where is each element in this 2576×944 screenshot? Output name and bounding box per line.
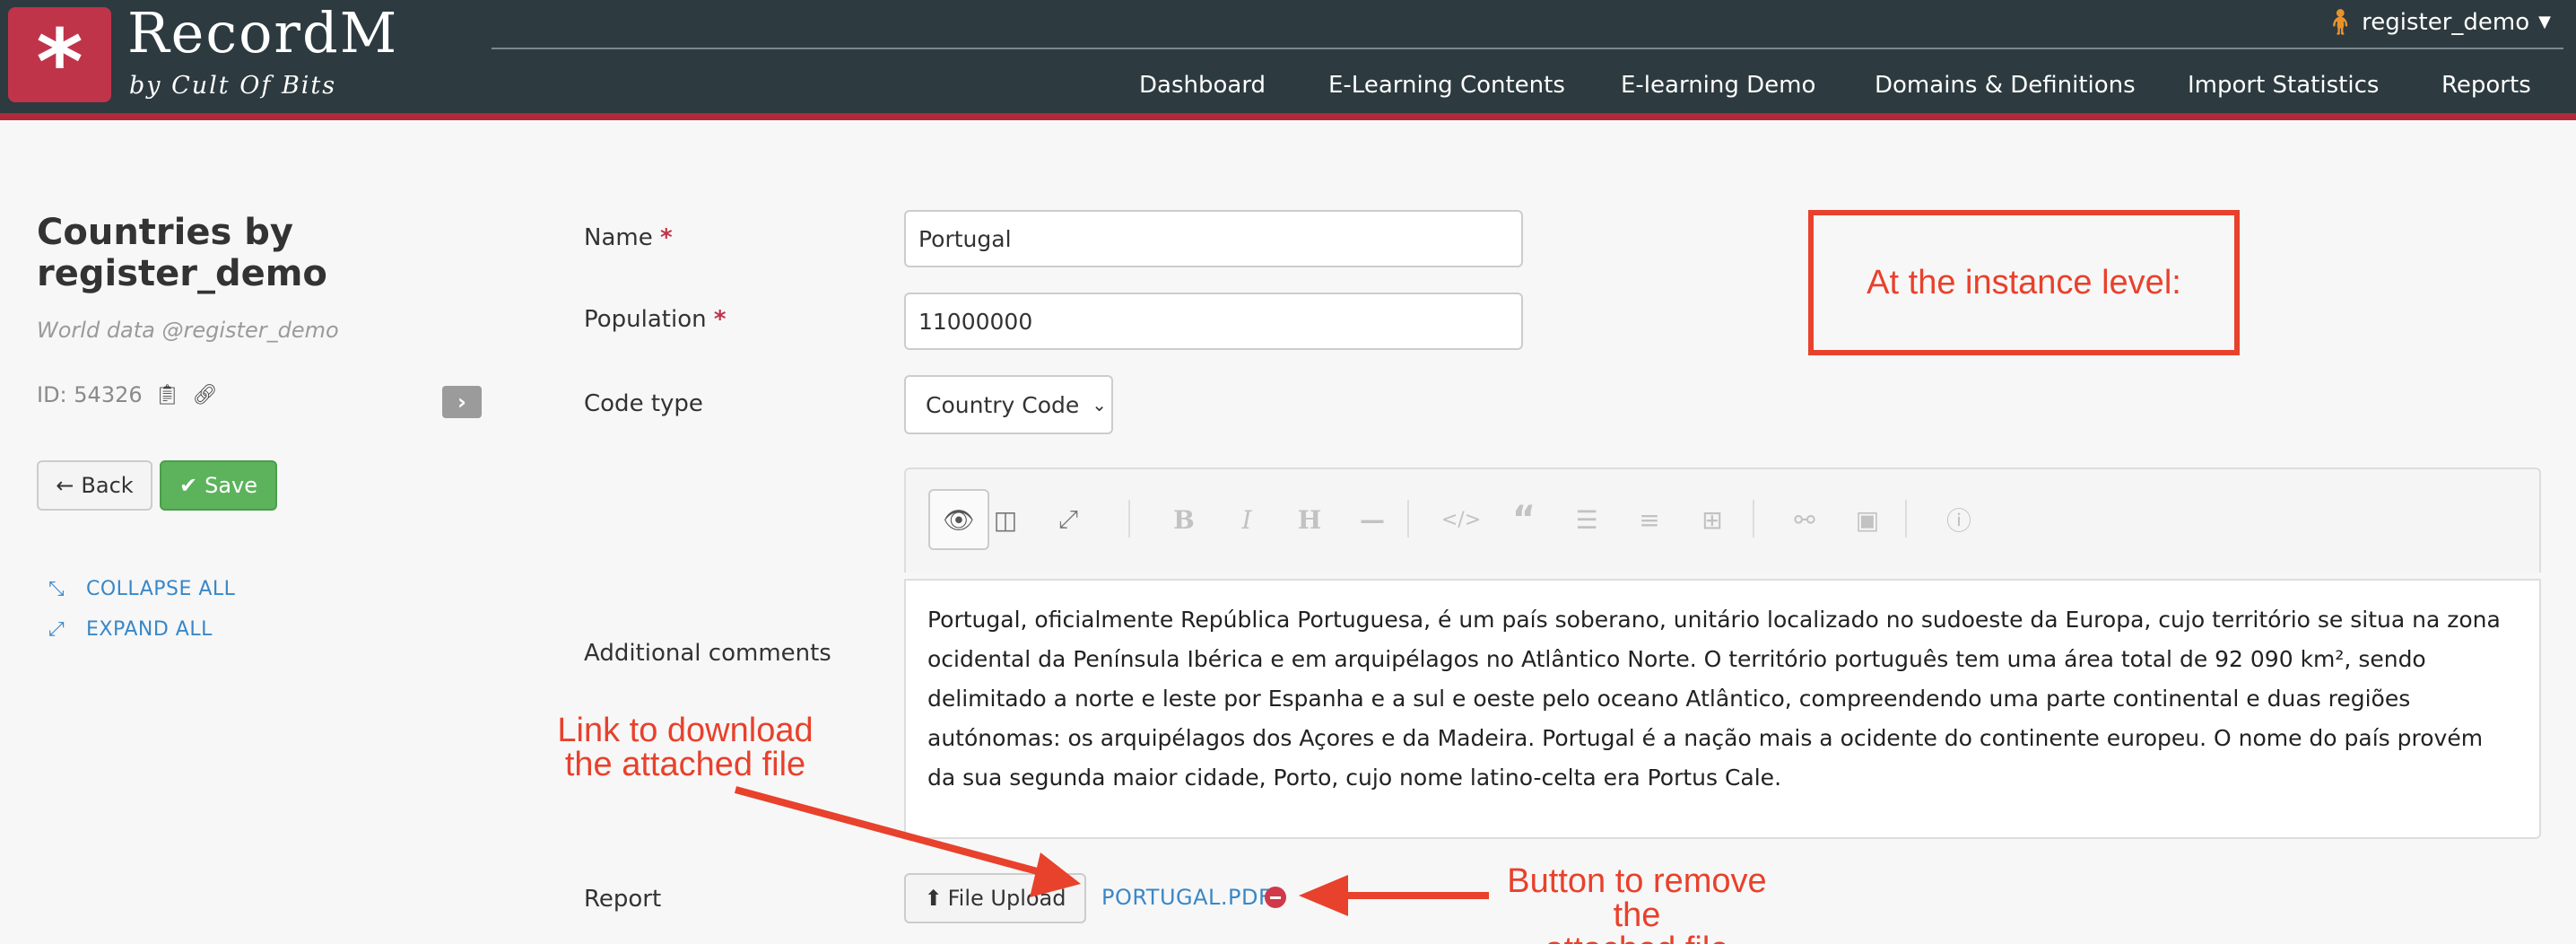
download-arrow-line	[734, 786, 1042, 876]
download-arrow-head	[1030, 852, 1081, 897]
annotation-arrows	[734, 786, 1489, 916]
remove-arrow-head	[1299, 875, 1348, 916]
